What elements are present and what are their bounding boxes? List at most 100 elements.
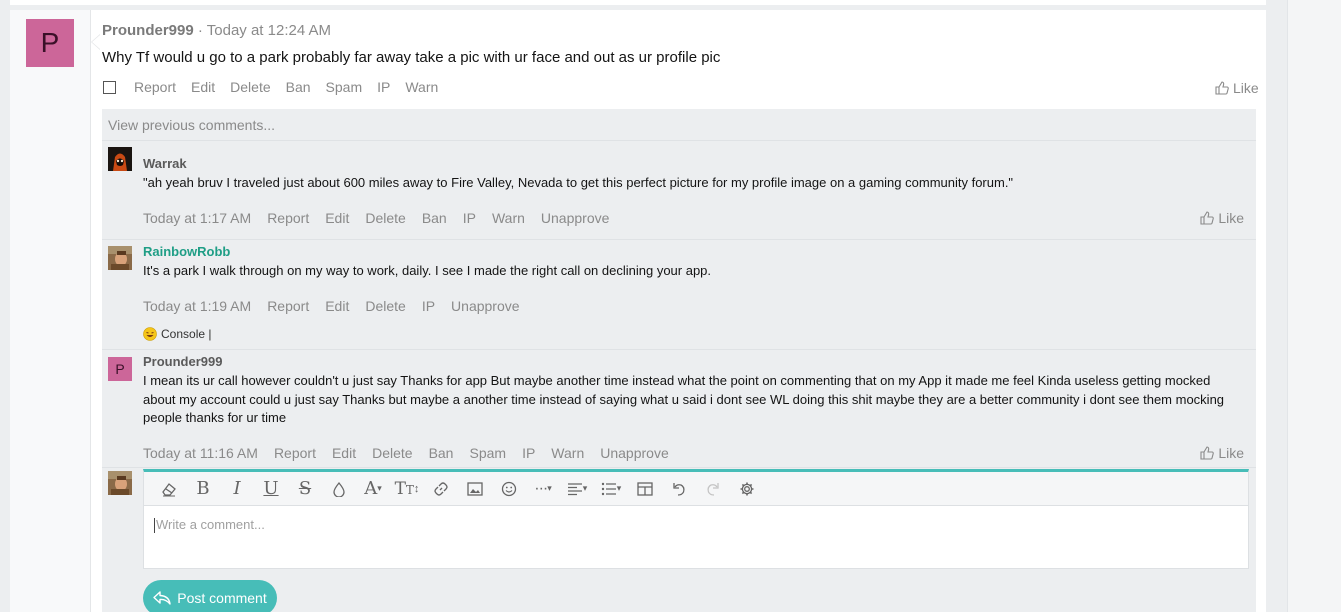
avatar[interactable]: P (26, 19, 74, 67)
warrak-avatar-image (108, 147, 132, 171)
comment-input[interactable]: Write a comment... (143, 505, 1249, 569)
post-comment-label: Post comment (177, 590, 267, 606)
view-previous-comments-link[interactable]: View previous comments... (108, 117, 275, 133)
report-link[interactable]: Report (267, 298, 309, 314)
underline-icon[interactable]: U (254, 474, 288, 504)
comment-editor: B I U S A ▾ TT ↕ ··· ▾ ▾ ▾ Write a comment.… (143, 469, 1249, 569)
spam-link[interactable]: Spam (469, 445, 506, 461)
warn-link[interactable]: Warn (405, 79, 438, 95)
comment-text: I mean its ur call however couldn't u ju… (143, 373, 1225, 425)
previous-post-edge (10, 0, 1266, 5)
redo-icon[interactable] (696, 474, 730, 504)
post-time[interactable]: Today at 12:24 AM (207, 22, 331, 39)
signature-text: Console | (161, 327, 212, 341)
more-icon[interactable]: ··· ▾ (526, 474, 560, 504)
sidebar-column (1287, 0, 1341, 612)
signature: Console | (143, 327, 211, 341)
delete-link[interactable]: Delete (365, 210, 405, 226)
like-label: Like (1233, 80, 1259, 96)
editor-toolbar: B I U S A ▾ TT ↕ ··· ▾ ▾ ▾ (143, 469, 1249, 505)
comment-actions: Today at 1:19 AM Report Edit Delete IP U… (143, 298, 536, 314)
list-icon[interactable]: ▾ (594, 474, 628, 504)
link-icon[interactable] (424, 474, 458, 504)
align-icon[interactable]: ▾ (560, 474, 594, 504)
like-label: Like (1218, 445, 1244, 461)
edit-link[interactable]: Edit (191, 79, 215, 95)
like-button[interactable]: Like (1200, 445, 1244, 461)
avatar-letter: P (40, 27, 60, 58)
smilie-icon[interactable] (492, 474, 526, 504)
bold-icon[interactable]: B (186, 474, 220, 504)
comment-actions: Today at 11:16 AM Report Edit Delete Ban… (143, 445, 685, 461)
separator: · (193, 22, 207, 39)
text-color-icon[interactable] (322, 474, 356, 504)
report-link[interactable]: Report (267, 210, 309, 226)
strikethrough-icon[interactable]: S (288, 474, 322, 504)
font-family-icon[interactable]: A ▾ (356, 474, 390, 504)
settings-icon[interactable] (730, 474, 764, 504)
undo-icon[interactable] (662, 474, 696, 504)
delete-link[interactable]: Delete (230, 79, 270, 95)
comment-author[interactable]: RainbowRobb (143, 244, 230, 259)
edit-link[interactable]: Edit (332, 445, 356, 461)
post-header: Prounder999 · Today at 12:24 AM (102, 22, 331, 39)
eraser-icon[interactable] (152, 474, 186, 504)
ban-link[interactable]: Ban (429, 445, 454, 461)
comments-block: View previous comments... Warrak "ah yea… (102, 109, 1256, 612)
table-icon[interactable] (628, 474, 662, 504)
select-checkbox[interactable] (103, 80, 116, 94)
current-user-avatar[interactable] (108, 471, 132, 495)
rainbowrobb-avatar-image (108, 246, 132, 270)
unapprove-link[interactable]: Unapprove (451, 298, 520, 314)
post-comment-button[interactable]: Post comment (143, 580, 277, 612)
comment-time[interactable]: Today at 11:16 AM (143, 445, 258, 461)
comment-time[interactable]: Today at 1:17 AM (143, 210, 251, 226)
ban-link[interactable]: Ban (422, 210, 447, 226)
current-user-avatar-image (108, 471, 132, 495)
ip-link[interactable]: IP (463, 210, 476, 226)
report-link[interactable]: Report (134, 79, 176, 95)
profile-post: P Prounder999 · Today at 12:24 AM Why Tf… (10, 10, 1266, 612)
post-arrow (91, 34, 100, 50)
post-author[interactable]: Prounder999 (102, 22, 194, 39)
comment-author[interactable]: Warrak (143, 156, 187, 171)
edit-link[interactable]: Edit (325, 298, 349, 314)
laughing-emoji-icon (143, 327, 157, 341)
comment-time[interactable]: Today at 1:19 AM (143, 298, 251, 314)
avatar[interactable]: P (108, 357, 132, 381)
ip-link[interactable]: IP (377, 79, 390, 95)
avatar[interactable] (108, 147, 132, 171)
like-button[interactable]: Like (1215, 80, 1259, 96)
italic-icon[interactable]: I (220, 474, 254, 504)
ip-link[interactable]: IP (422, 298, 435, 314)
comment-text: "ah yeah bruv I traveled just about 600 … (143, 175, 1014, 190)
post-user-column: P (10, 10, 91, 612)
comment-actions: Today at 1:17 AM Report Edit Delete Ban … (143, 210, 625, 226)
image-icon[interactable] (458, 474, 492, 504)
ban-link[interactable]: Ban (286, 79, 311, 95)
unapprove-link[interactable]: Unapprove (541, 210, 610, 226)
avatar[interactable] (108, 246, 132, 270)
unapprove-link[interactable]: Unapprove (600, 445, 669, 461)
warn-link[interactable]: Warn (551, 445, 584, 461)
report-link[interactable]: Report (274, 445, 316, 461)
reply-icon (153, 591, 171, 605)
comment-placeholder: Write a comment... (156, 517, 265, 532)
spam-link[interactable]: Spam (326, 79, 363, 95)
avatar-letter: P (115, 361, 125, 377)
delete-link[interactable]: Delete (365, 298, 405, 314)
like-button[interactable]: Like (1200, 210, 1244, 226)
ip-link[interactable]: IP (522, 445, 535, 461)
edit-link[interactable]: Edit (325, 210, 349, 226)
warn-link[interactable]: Warn (492, 210, 525, 226)
like-label: Like (1218, 210, 1244, 226)
text-caret (154, 518, 155, 534)
delete-link[interactable]: Delete (372, 445, 412, 461)
comment-author[interactable]: Prounder999 (143, 354, 222, 369)
font-size-icon[interactable]: TT ↕ (390, 474, 424, 504)
comment-divider (102, 239, 1256, 240)
thumbs-up-icon (1215, 81, 1229, 95)
comment-divider (102, 140, 1256, 141)
post-body: Why Tf would u go to a park probably far… (102, 49, 721, 66)
comment-divider (102, 467, 1256, 468)
